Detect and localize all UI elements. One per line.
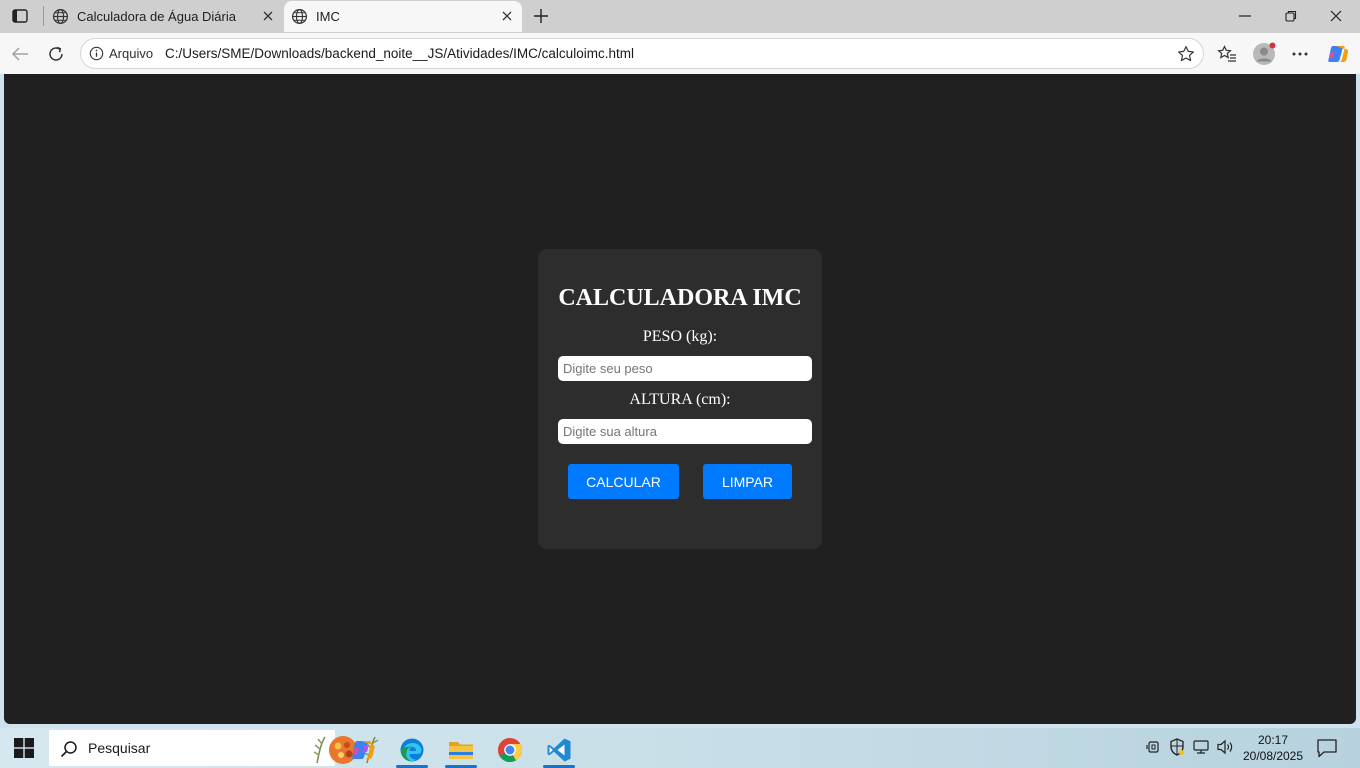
height-input[interactable] — [558, 419, 812, 444]
search-icon — [60, 741, 77, 758]
windows-start-icon[interactable] — [14, 738, 34, 758]
taskbar-search-box[interactable]: Pesquisar — [49, 730, 379, 766]
tab-water-calculator[interactable]: Calculadora de Água Diária — [45, 1, 283, 32]
calculate-button[interactable]: CALCULAR — [568, 464, 679, 499]
restore-icon[interactable] — [1271, 4, 1311, 28]
tab-title: IMC — [316, 9, 340, 24]
imc-calculator-card: CALCULADORA IMC PESO (kg): ALTURA (cm): … — [538, 249, 822, 549]
refresh-icon[interactable] — [43, 41, 69, 67]
copilot-app-icon[interactable] — [343, 732, 383, 768]
close-tab-icon[interactable] — [259, 7, 277, 25]
tab-imc[interactable]: IMC — [284, 1, 522, 32]
close-window-icon[interactable] — [1316, 4, 1356, 28]
edge-app-icon[interactable] — [392, 732, 432, 768]
address-bar[interactable]: Arquivo C:/Users/SME/Downloads/backend_n… — [80, 38, 1204, 69]
copilot-icon[interactable] — [1326, 42, 1350, 66]
tab-bar: Calculadora de Água Diária IMC — [0, 0, 1360, 33]
chrome-app-icon[interactable] — [490, 732, 530, 768]
taskbar-clock[interactable]: 20:17 20/08/2025 — [1238, 732, 1308, 764]
network-icon[interactable] — [1192, 738, 1210, 756]
tab-title: Calculadora de Água Diária — [77, 9, 236, 24]
meet-now-icon[interactable] — [1145, 738, 1163, 756]
vscode-app-icon[interactable] — [539, 732, 579, 768]
back-icon[interactable] — [7, 41, 33, 67]
security-shield-icon[interactable] — [1168, 738, 1186, 756]
url-text[interactable]: C:/Users/SME/Downloads/backend_noite__JS… — [165, 46, 634, 61]
profile-avatar-icon[interactable] — [1252, 42, 1276, 66]
globe-icon — [291, 8, 308, 25]
clock-time: 20:17 — [1257, 733, 1289, 747]
volume-icon[interactable] — [1216, 738, 1234, 756]
weight-label: PESO (kg): — [642, 328, 718, 345]
favorites-icon[interactable] — [1215, 42, 1239, 66]
windows-taskbar: Pesquisar 20:17 20/08/2025 — [0, 728, 1360, 768]
browser-toolbar: Arquivo C:/Users/SME/Downloads/backend_n… — [0, 33, 1360, 74]
page-title: CALCULADORA IMC — [558, 285, 802, 311]
weight-input[interactable] — [558, 356, 812, 381]
height-label: ALTURA (cm): — [629, 391, 731, 408]
page-viewport: CALCULADORA IMC PESO (kg): ALTURA (cm): … — [4, 74, 1356, 724]
tab-actions-icon[interactable] — [8, 5, 32, 27]
scheme-label: Arquivo — [109, 46, 154, 61]
close-tab-icon[interactable] — [498, 7, 516, 25]
clock-date: 20/08/2025 — [1242, 749, 1304, 763]
more-options-icon[interactable] — [1288, 42, 1312, 66]
info-icon[interactable] — [89, 46, 104, 61]
globe-icon — [52, 8, 69, 25]
file-explorer-app-icon[interactable] — [441, 732, 481, 768]
minimize-icon[interactable] — [1225, 4, 1265, 28]
notifications-icon[interactable] — [1316, 738, 1338, 758]
search-placeholder: Pesquisar — [88, 740, 151, 756]
clear-button[interactable]: LIMPAR — [703, 464, 792, 499]
tab-separator — [43, 6, 44, 26]
new-tab-icon[interactable] — [530, 5, 552, 27]
favorite-star-icon[interactable] — [1177, 45, 1195, 63]
